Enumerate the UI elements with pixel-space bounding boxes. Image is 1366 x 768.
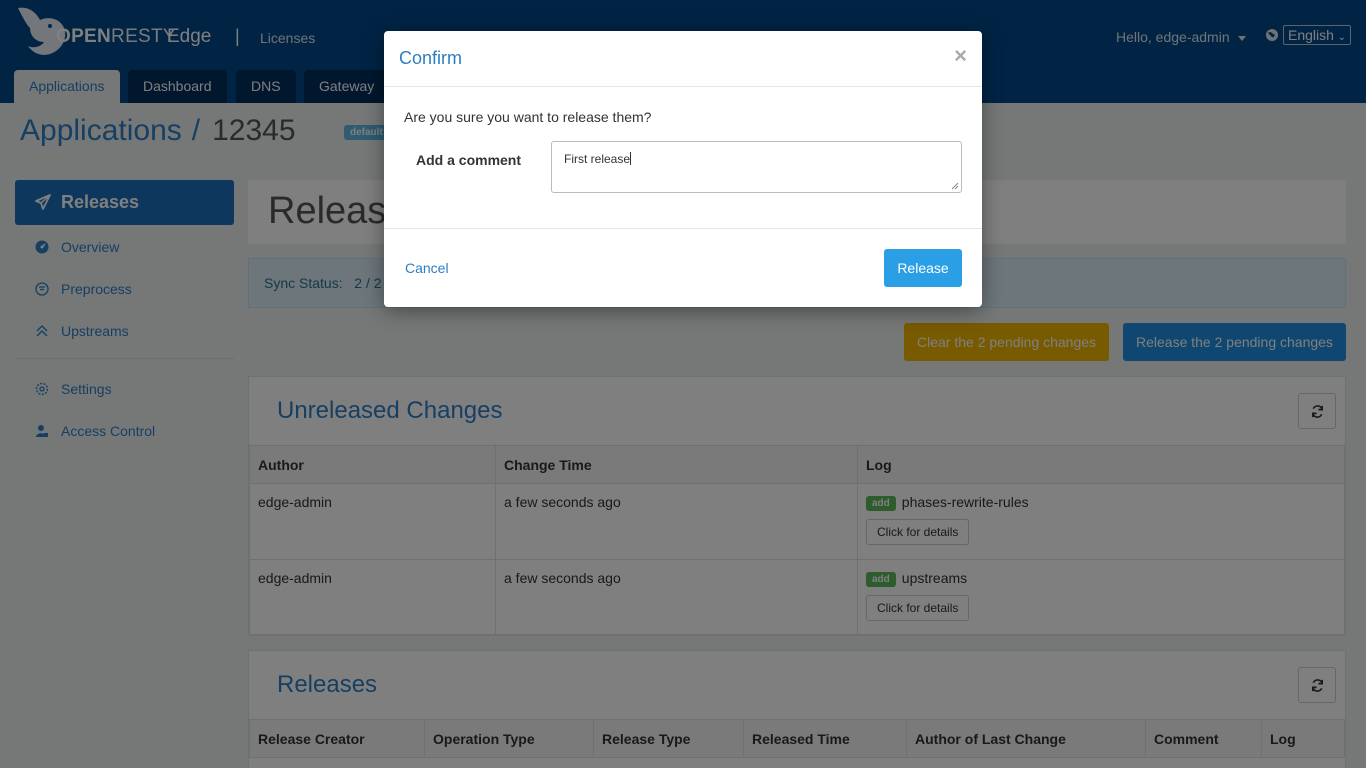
modal-header: Confirm × [384, 31, 982, 87]
release-button[interactable]: Release [884, 249, 962, 287]
comment-value: First release [564, 152, 631, 166]
confirm-question: Are you sure you want to release them? [404, 109, 652, 125]
text-cursor [630, 152, 632, 165]
close-icon[interactable]: × [954, 43, 967, 69]
comment-label: Add a comment [416, 152, 522, 168]
release-button-highlight: Release [875, 239, 973, 297]
resize-grip-icon[interactable] [951, 182, 959, 190]
confirm-dialog: Confirm × Are you sure you want to relea… [384, 31, 982, 307]
modal-footer: Cancel Release [384, 228, 982, 307]
cancel-button[interactable]: Cancel [405, 260, 449, 276]
modal-title: Confirm [399, 48, 463, 68]
comment-textarea[interactable]: First release [551, 141, 962, 193]
